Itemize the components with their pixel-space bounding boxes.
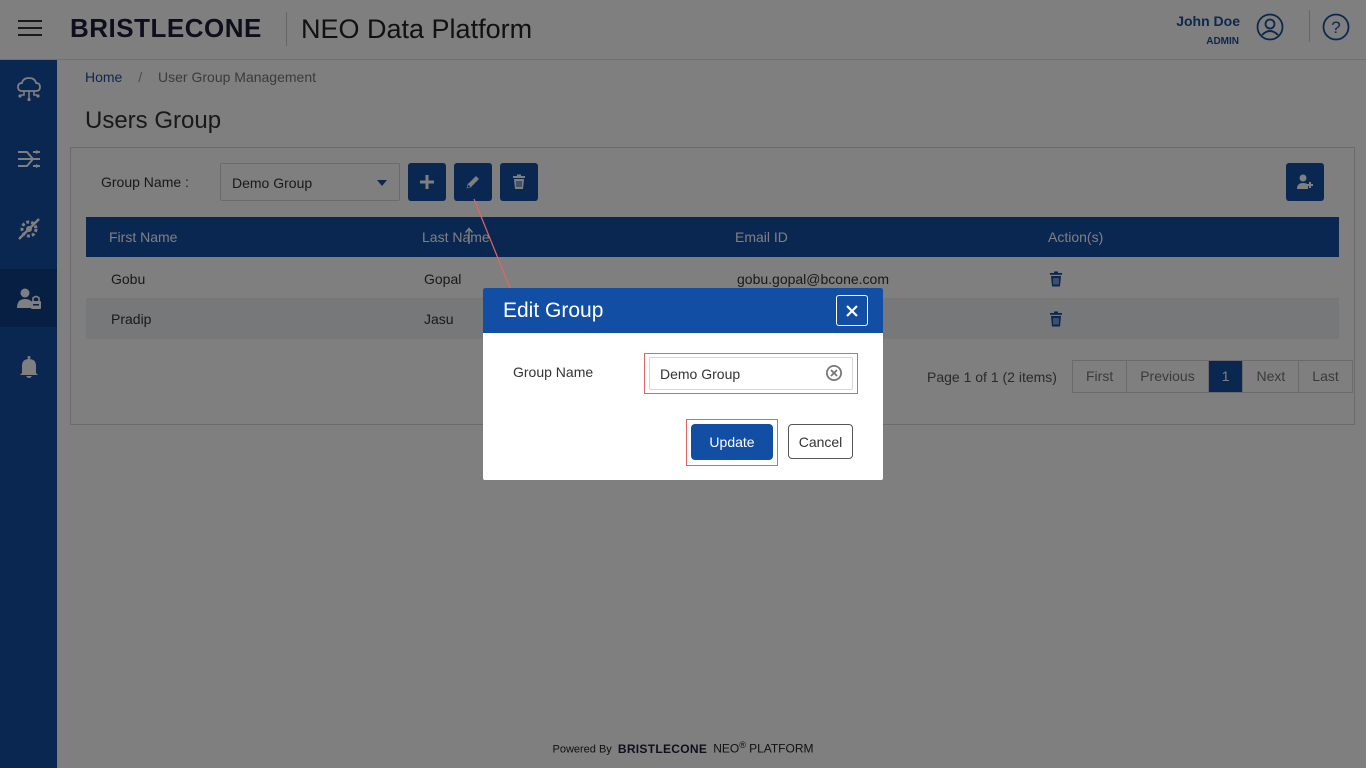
dialog-header: Edit Group (483, 288, 883, 333)
edit-group-dialog: Edit Group Group Name Update Cancel (483, 288, 883, 480)
close-icon (846, 304, 858, 317)
dialog-close-button[interactable] (836, 295, 868, 326)
clear-input-icon[interactable] (825, 364, 843, 382)
cancel-button[interactable]: Cancel (788, 424, 853, 459)
update-button[interactable]: Update (691, 424, 773, 460)
group-name-field-highlight (644, 353, 858, 394)
group-name-field-label: Group Name (513, 364, 594, 380)
dialog-title: Edit Group (503, 299, 604, 322)
update-button-highlight: Update (686, 419, 778, 466)
group-name-field[interactable] (649, 357, 853, 390)
